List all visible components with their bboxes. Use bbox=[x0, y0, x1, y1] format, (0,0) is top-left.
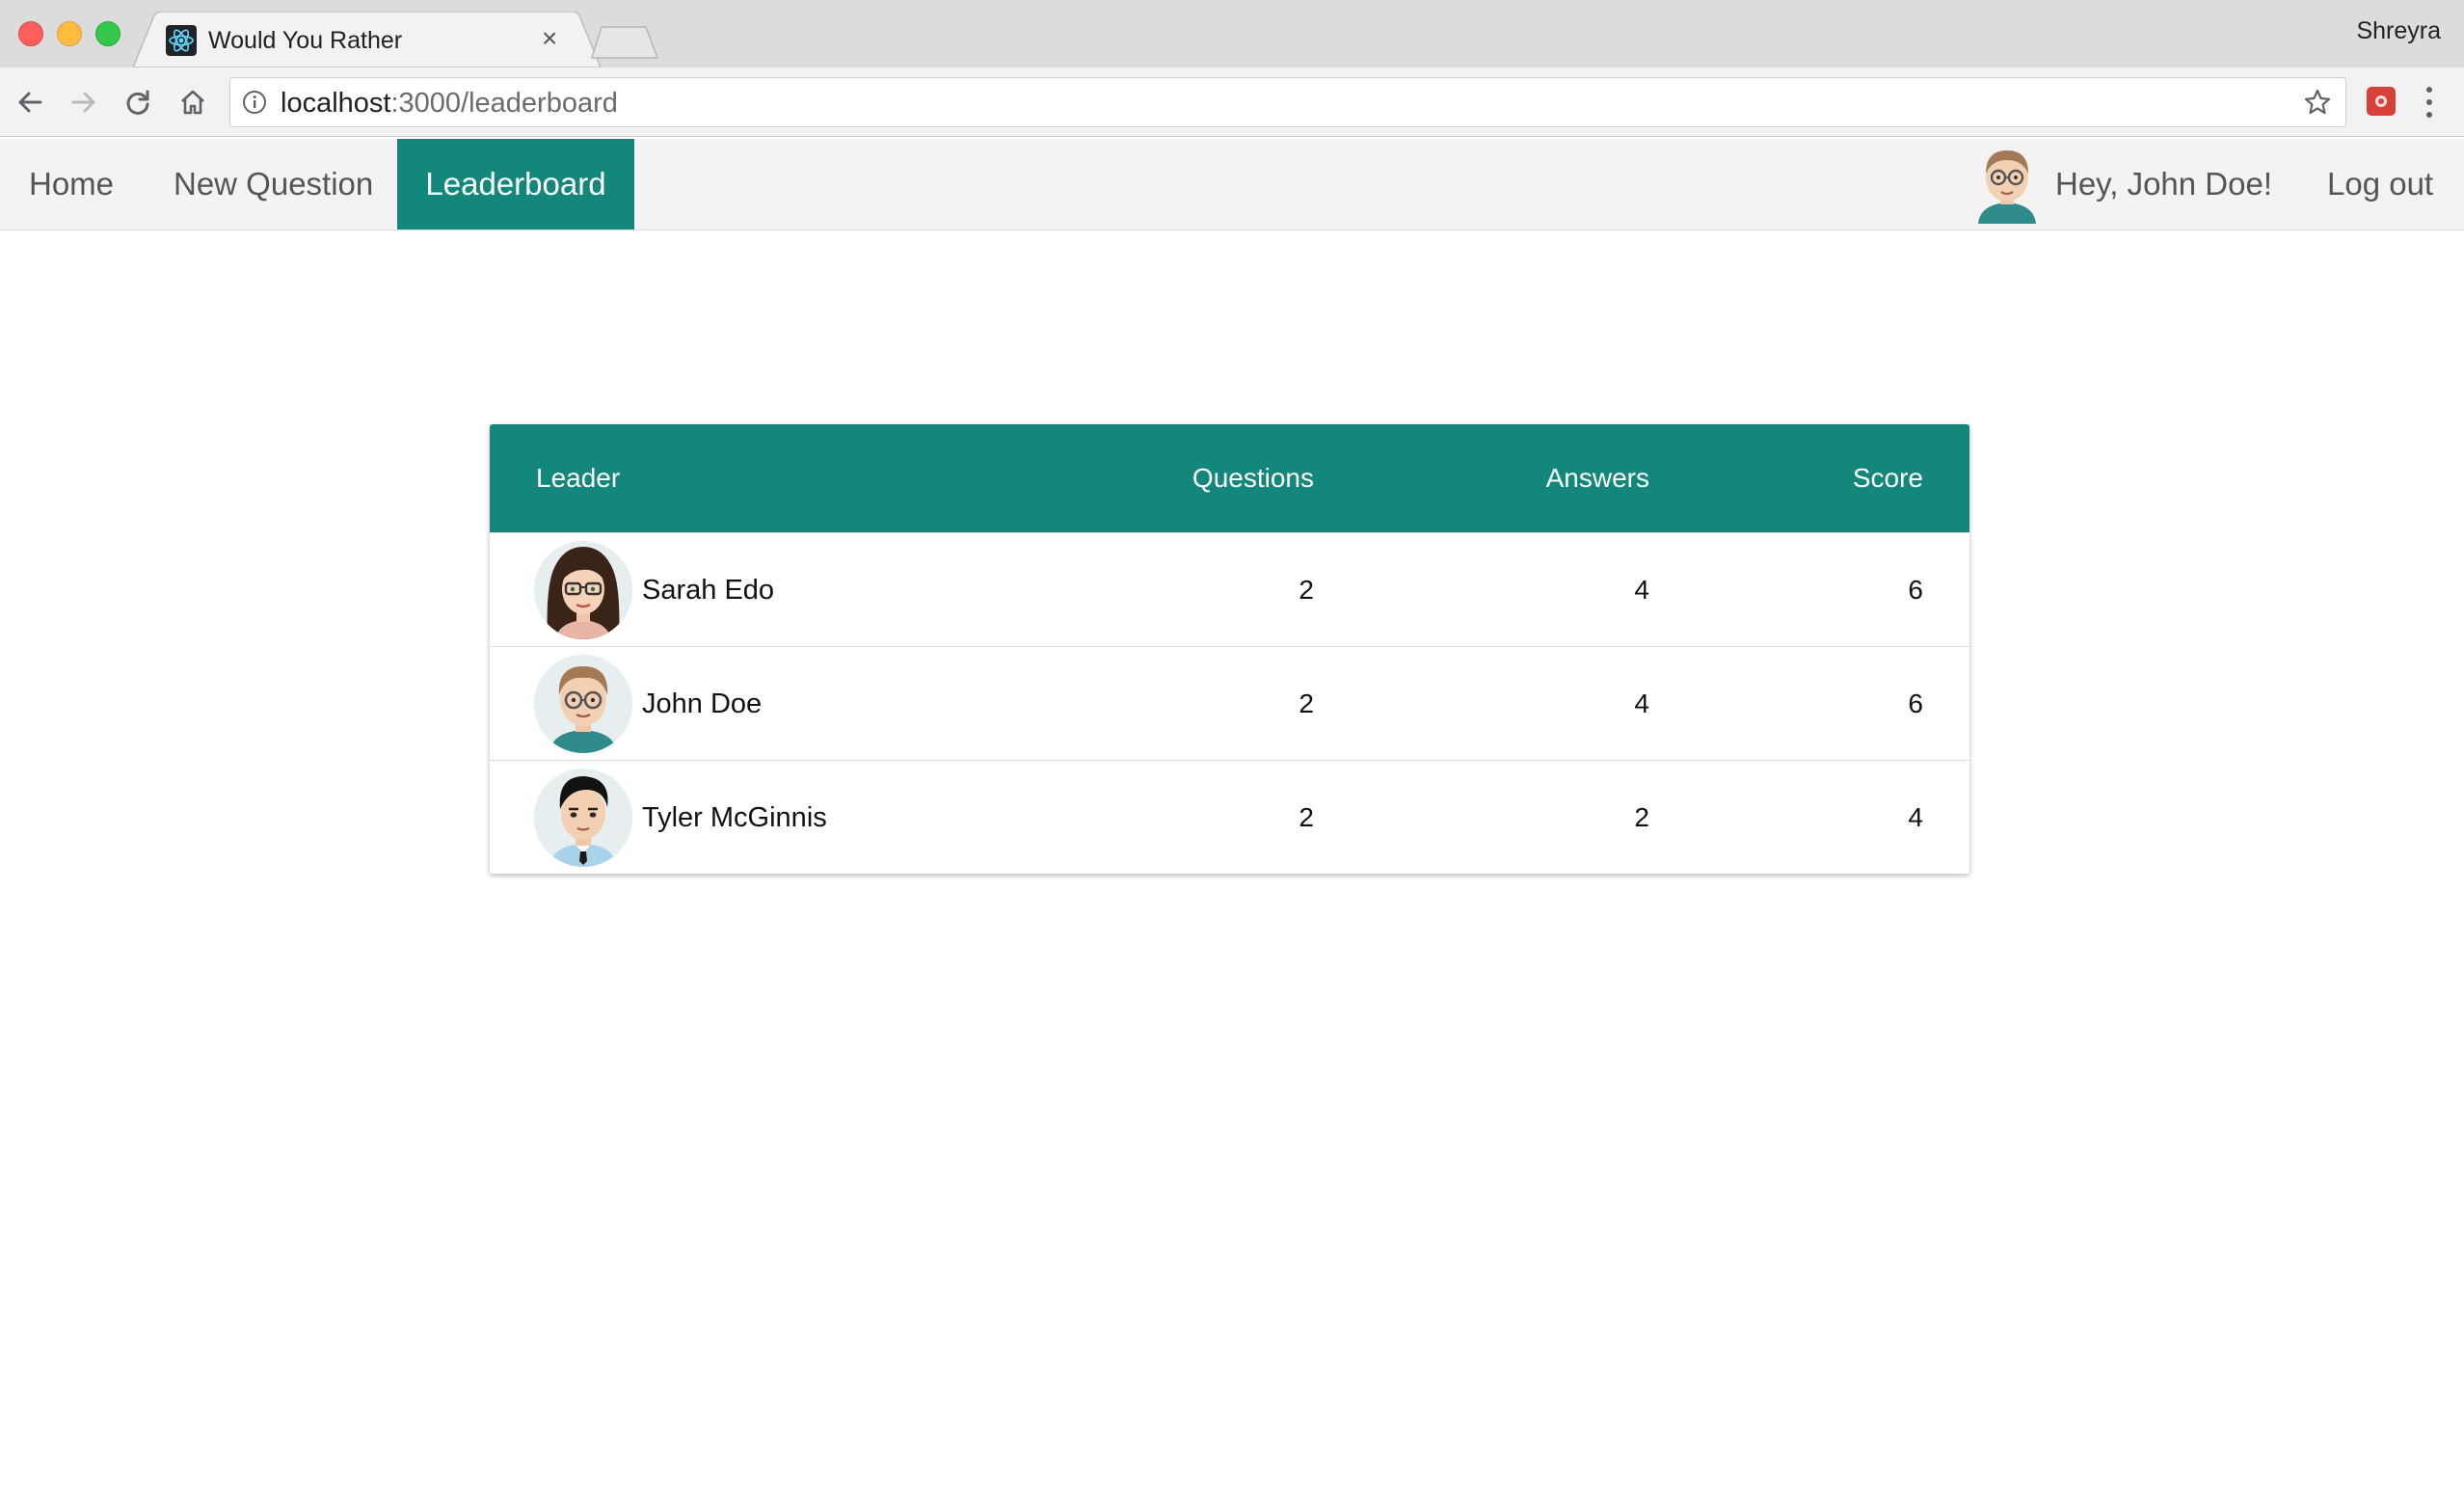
nav-new-question[interactable]: New Question bbox=[145, 139, 402, 230]
minimize-window-button[interactable] bbox=[57, 21, 82, 46]
column-header-score: Score bbox=[1852, 463, 1923, 493]
column-header-leader: Leader bbox=[536, 463, 621, 493]
nav-leaderboard[interactable]: Leaderboard bbox=[397, 139, 634, 230]
back-icon[interactable] bbox=[13, 85, 47, 120]
browser-tab-active[interactable]: Would You Rather × bbox=[133, 12, 601, 68]
leaderboard-table: Leader Questions Answers Score Sarah Edo… bbox=[490, 424, 1969, 874]
score-value: 4 bbox=[1908, 802, 1923, 832]
extension-icon[interactable] bbox=[2367, 87, 2396, 116]
new-tab-button[interactable] bbox=[590, 25, 659, 60]
leader-name: Sarah Edo bbox=[642, 574, 775, 606]
zoom-window-button[interactable] bbox=[95, 21, 121, 46]
female-glasses-avatar bbox=[534, 541, 632, 639]
table-row: Tyler McGinnis 2 2 4 bbox=[490, 760, 1969, 874]
answers-count: 4 bbox=[1634, 688, 1649, 718]
info-icon[interactable] bbox=[242, 90, 267, 115]
address-bar[interactable]: localhost:3000/leaderboard bbox=[229, 77, 2346, 127]
tab-close-icon[interactable]: × bbox=[542, 23, 557, 54]
score-value: 6 bbox=[1908, 688, 1923, 718]
column-header-answers: Answers bbox=[1545, 463, 1649, 493]
table-row: John Doe 2 4 6 bbox=[490, 646, 1969, 760]
profile-name[interactable]: Shreyra bbox=[2356, 17, 2441, 45]
logout-button[interactable]: Log out bbox=[2298, 139, 2462, 230]
table-row: Sarah Edo 2 4 6 bbox=[490, 532, 1969, 646]
close-window-button[interactable] bbox=[18, 21, 43, 46]
tab-title: Would You Rather bbox=[208, 27, 403, 54]
nav-home[interactable]: Home bbox=[0, 139, 143, 230]
leader-name: John Doe bbox=[642, 688, 763, 719]
reload-icon[interactable] bbox=[121, 85, 155, 120]
browser-titlebar: Would You Rather × Shreyra bbox=[0, 0, 2464, 68]
column-header-questions: Questions bbox=[1192, 463, 1314, 493]
male-glasses-avatar bbox=[534, 655, 632, 753]
forward-icon[interactable] bbox=[67, 85, 101, 120]
user-avatar bbox=[1978, 150, 2036, 224]
app-nav: Home New Question Leaderboard Hey, John … bbox=[0, 139, 2464, 230]
leaderboard-header: Leader Questions Answers Score bbox=[490, 424, 1969, 532]
questions-count: 2 bbox=[1299, 575, 1314, 605]
home-icon[interactable] bbox=[175, 85, 210, 120]
browser-toolbar: localhost:3000/leaderboard bbox=[0, 68, 2464, 137]
menu-icon[interactable] bbox=[2418, 83, 2441, 122]
url-path: :3000/leaderboard bbox=[390, 88, 618, 119]
url-text[interactable]: localhost:3000/leaderboard bbox=[281, 88, 618, 119]
leader-name: Tyler McGinnis bbox=[642, 801, 827, 833]
score-value: 6 bbox=[1908, 575, 1923, 605]
answers-count: 2 bbox=[1634, 802, 1649, 832]
male-tie-avatar bbox=[534, 769, 632, 867]
questions-count: 2 bbox=[1299, 802, 1314, 832]
questions-count: 2 bbox=[1299, 688, 1314, 718]
url-host: localhost bbox=[281, 88, 391, 119]
answers-count: 4 bbox=[1634, 575, 1649, 605]
react-icon bbox=[166, 25, 197, 56]
user-greeting: Hey, John Doe! bbox=[2055, 166, 2273, 202]
star-icon[interactable] bbox=[2303, 88, 2332, 117]
